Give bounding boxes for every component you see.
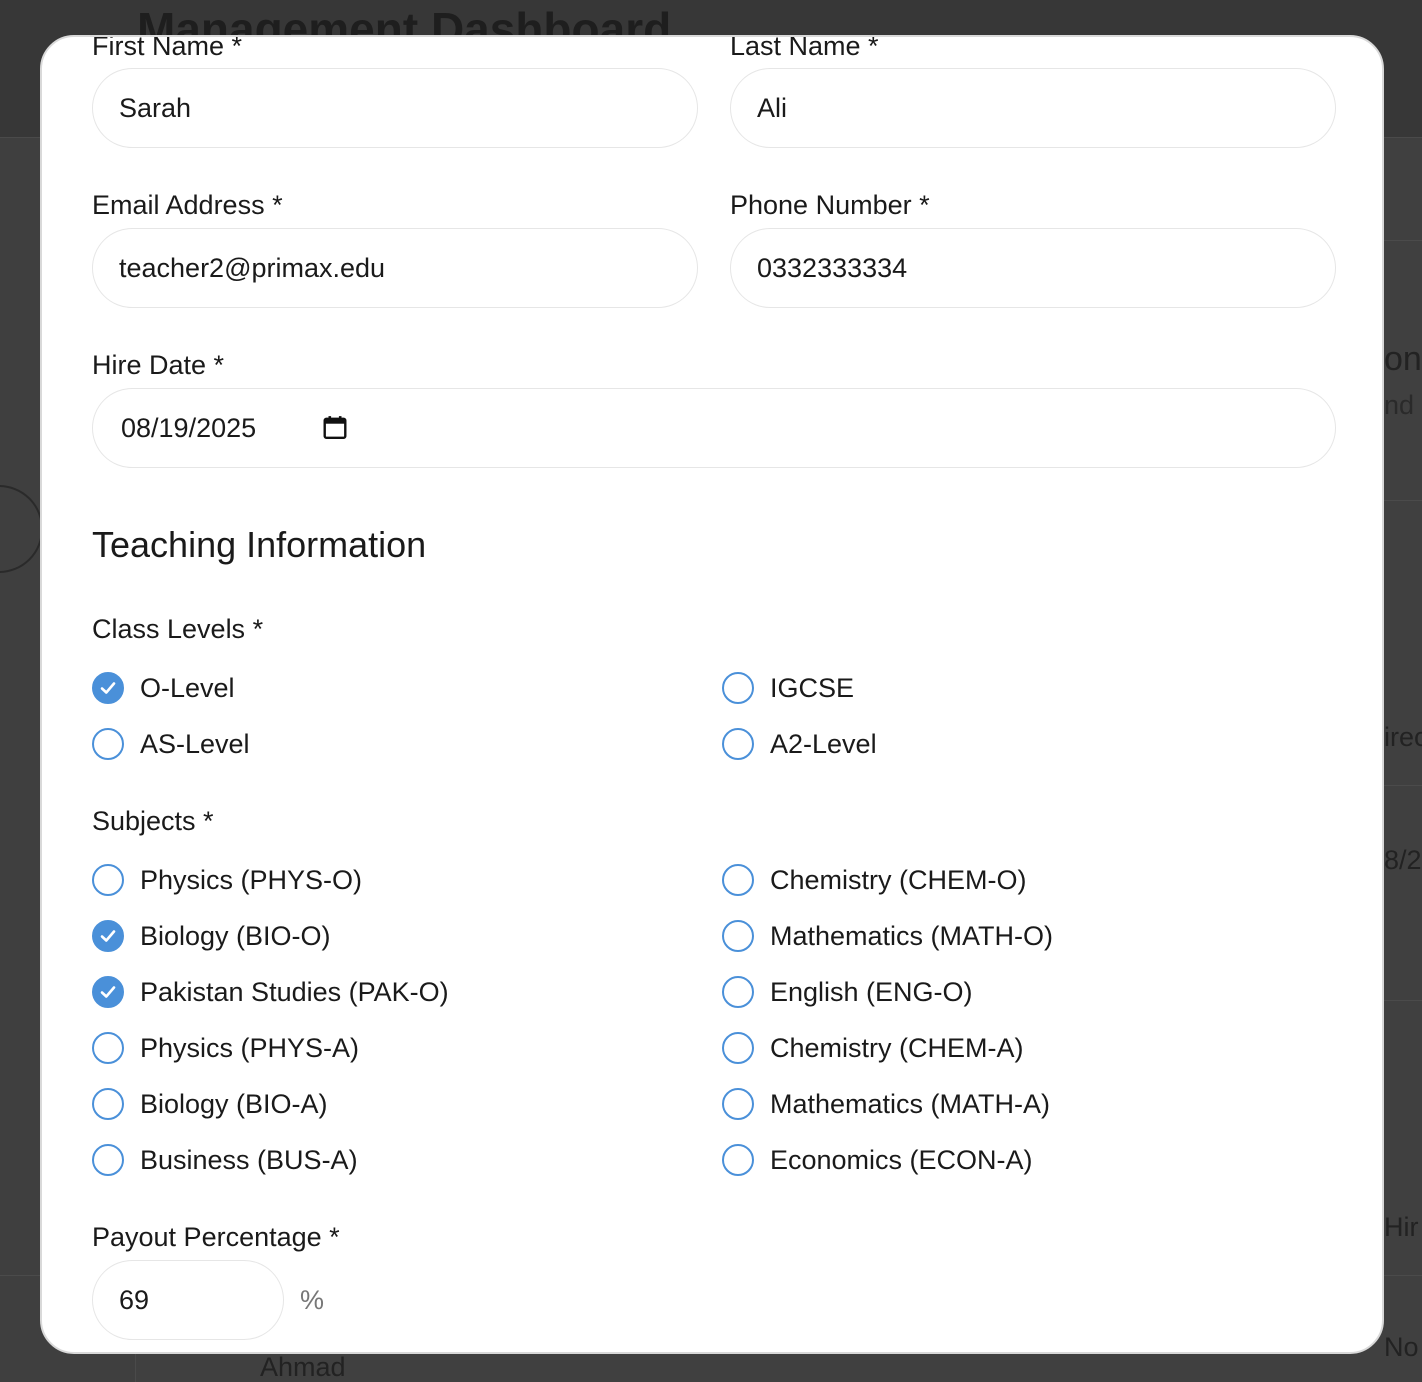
option-label: Economics (ECON-A)	[770, 1144, 1033, 1175]
option-label: Chemistry (CHEM-O)	[770, 864, 1027, 895]
phone-value: 0332333334	[757, 252, 908, 283]
option-label: O-Level	[140, 672, 235, 703]
class-level-option[interactable]: O-Level	[92, 670, 235, 706]
background-avatar	[0, 485, 43, 573]
subject-option[interactable]: Pakistan Studies (PAK-O)	[92, 974, 449, 1010]
checkbox[interactable]	[92, 1032, 124, 1064]
subject-option[interactable]: English (ENG-O)	[722, 974, 973, 1010]
payout-percentage-label: Payout Percentage *	[92, 1222, 340, 1252]
subject-option[interactable]: Chemistry (CHEM-O)	[722, 862, 1027, 898]
subject-option[interactable]: Chemistry (CHEM-A)	[722, 1030, 1024, 1066]
subject-option[interactable]: Mathematics (MATH-O)	[722, 918, 1053, 954]
bg-fragment: 8/2	[1384, 845, 1422, 875]
bg-fragment: No	[1384, 1332, 1419, 1362]
checkbox[interactable]	[92, 728, 124, 760]
subject-option[interactable]: Physics (PHYS-A)	[92, 1030, 359, 1066]
first-name-field[interactable]: Sarah	[92, 68, 698, 148]
option-label: Biology (BIO-O)	[140, 920, 331, 951]
check-icon	[100, 930, 116, 942]
email-value: teacher2@primax.edu	[119, 252, 386, 283]
class-level-option[interactable]: IGCSE	[722, 670, 854, 706]
last-name-field[interactable]: Ali	[730, 68, 1336, 148]
checkbox[interactable]	[722, 1088, 754, 1120]
phone-label: Phone Number *	[730, 190, 930, 220]
checkbox[interactable]	[722, 976, 754, 1008]
phone-field[interactable]: 0332333334	[730, 228, 1336, 308]
payout-value: 69	[119, 1284, 150, 1315]
hire-date-field[interactable]: 08/19/2025	[92, 388, 1336, 468]
checkbox[interactable]	[722, 920, 754, 952]
option-label: Business (BUS-A)	[140, 1144, 358, 1175]
first-name-label: First Name *	[92, 35, 243, 61]
option-label: Pakistan Studies (PAK-O)	[140, 976, 449, 1007]
last-name-label: Last Name *	[730, 35, 879, 61]
option-label: English (ENG-O)	[770, 976, 973, 1007]
bg-fragment: on	[1384, 340, 1422, 378]
checkbox[interactable]	[722, 1032, 754, 1064]
subject-option[interactable]: Physics (PHYS-O)	[92, 862, 362, 898]
modal-body: First Name * Sarah Last Name * Ali Email…	[42, 37, 1382, 1352]
last-name-value: Ali	[757, 92, 788, 123]
check-icon	[100, 682, 116, 694]
option-label: A2-Level	[770, 728, 877, 759]
option-label: Biology (BIO-A)	[140, 1088, 328, 1119]
subjects-label: Subjects *	[92, 806, 214, 836]
divider	[1384, 785, 1422, 786]
hire-date-label: Hire Date *	[92, 350, 225, 380]
divider	[1384, 500, 1422, 501]
checkbox[interactable]	[722, 864, 754, 896]
divider	[1384, 1000, 1422, 1001]
option-label: Mathematics (MATH-O)	[770, 920, 1054, 951]
divider	[1384, 240, 1422, 241]
option-label: Mathematics (MATH-A)	[770, 1088, 1051, 1119]
bg-fragment: Hir	[1384, 1212, 1419, 1242]
option-label: Physics (PHYS-O)	[140, 864, 363, 895]
bg-fragment: irec	[1384, 722, 1422, 752]
class-level-option[interactable]: A2-Level	[722, 726, 877, 762]
checkbox[interactable]	[722, 672, 754, 704]
checkbox[interactable]	[92, 672, 124, 704]
option-label: AS-Level	[140, 728, 250, 759]
email-field[interactable]: teacher2@primax.edu	[92, 228, 698, 308]
payout-percentage-field[interactable]: 69	[92, 1260, 284, 1340]
teaching-information-heading: Teaching Information	[92, 524, 427, 565]
class-levels-label: Class Levels *	[92, 614, 264, 644]
add-teacher-modal: First Name * Sarah Last Name * Ali Email…	[40, 35, 1384, 1354]
checkbox[interactable]	[92, 920, 124, 952]
class-level-option[interactable]: AS-Level	[92, 726, 250, 762]
percent-sign: %	[300, 1285, 325, 1315]
subject-option[interactable]: Biology (BIO-A)	[92, 1086, 328, 1122]
checkbox[interactable]	[92, 864, 124, 896]
check-icon	[100, 986, 116, 998]
option-label: Chemistry (CHEM-A)	[770, 1032, 1024, 1063]
checkbox[interactable]	[92, 976, 124, 1008]
subject-option[interactable]: Biology (BIO-O)	[92, 918, 331, 954]
bg-teacher-name: Ahmad	[260, 1352, 346, 1382]
checkbox[interactable]	[92, 1144, 124, 1176]
subject-option[interactable]: Economics (ECON-A)	[722, 1142, 1033, 1178]
checkbox[interactable]	[92, 1088, 124, 1120]
email-label: Email Address *	[92, 190, 283, 220]
first-name-value: Sarah	[119, 92, 192, 123]
calendar-icon[interactable]	[322, 414, 348, 441]
checkbox[interactable]	[722, 728, 754, 760]
subject-option[interactable]: Business (BUS-A)	[92, 1142, 358, 1178]
bg-fragment: nd s	[1384, 390, 1422, 420]
checkbox[interactable]	[722, 1144, 754, 1176]
option-label: Physics (PHYS-A)	[140, 1032, 360, 1063]
subject-option[interactable]: Mathematics (MATH-A)	[722, 1086, 1050, 1122]
hire-date-value: 08/19/2025	[121, 413, 257, 443]
option-label: IGCSE	[770, 672, 855, 703]
